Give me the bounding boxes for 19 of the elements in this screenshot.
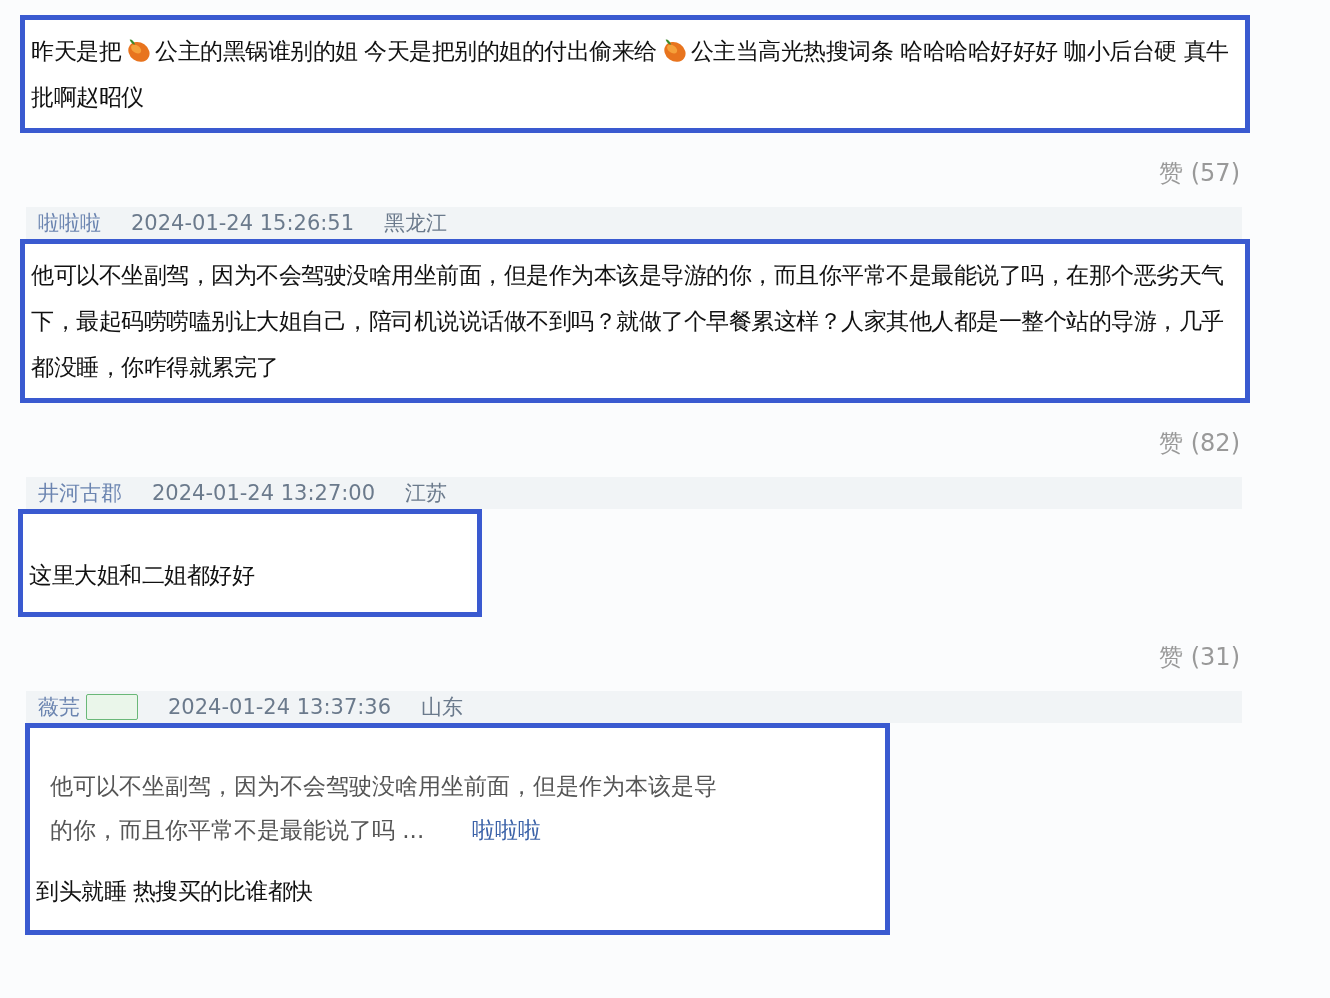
like-count[interactable]: 赞 (57) <box>1159 157 1240 189</box>
like-count[interactable]: 赞 (82) <box>1159 427 1240 459</box>
timestamp: 2024-01-24 15:26:51 <box>131 211 355 235</box>
timestamp: 2024-01-24 13:37:36 <box>168 695 392 719</box>
location: 山东 <box>421 694 464 721</box>
username[interactable]: 啦啦啦 <box>38 209 101 237</box>
comment-text: 他可以不坐副驾，因为不会驾驶没啥用坐前面，但是作为本该是导游的你，而且你平常不是最能说了吗，在那个恶劣天气下，最起码唠唠嗑别让大姐自己，陪司机说说话做不到吗？就做了个早餐累这样？人家其他人都是一整个站的导游，几乎都没睡，你咋得就累完了 <box>31 261 1225 382</box>
username[interactable]: 井河古郡 <box>38 479 122 507</box>
timestamp: 2024-01-24 13:27:00 <box>152 481 376 505</box>
comment-text: 昨天是把 公主的黑锅谁别的姐 今天是把别的姐的付出偷来给 公主当高光热搜词条 哈哈哈哈好好好 咖小后台硬 真牛批啊赵昭仪 <box>31 35 1230 112</box>
location: 江苏 <box>405 480 448 507</box>
comment-text: 这里大姐和二姐都好好 <box>29 561 256 590</box>
quote-text: 他可以不坐副驾，因为不会驾驶没啥用坐前面，但是作为本该是导 <box>50 772 718 801</box>
username[interactable]: 薇芫 <box>38 693 80 721</box>
quote-text: 的你，而且你平常不是最能说了吗 ... <box>50 816 425 845</box>
quote-author-link[interactable]: 啦啦啦 <box>472 808 542 852</box>
like-count[interactable]: 赞 (31) <box>1159 641 1240 673</box>
comment-text: 到头就睡 热搜买的比谁都快 <box>36 877 314 906</box>
location: 黑龙江 <box>384 210 448 237</box>
